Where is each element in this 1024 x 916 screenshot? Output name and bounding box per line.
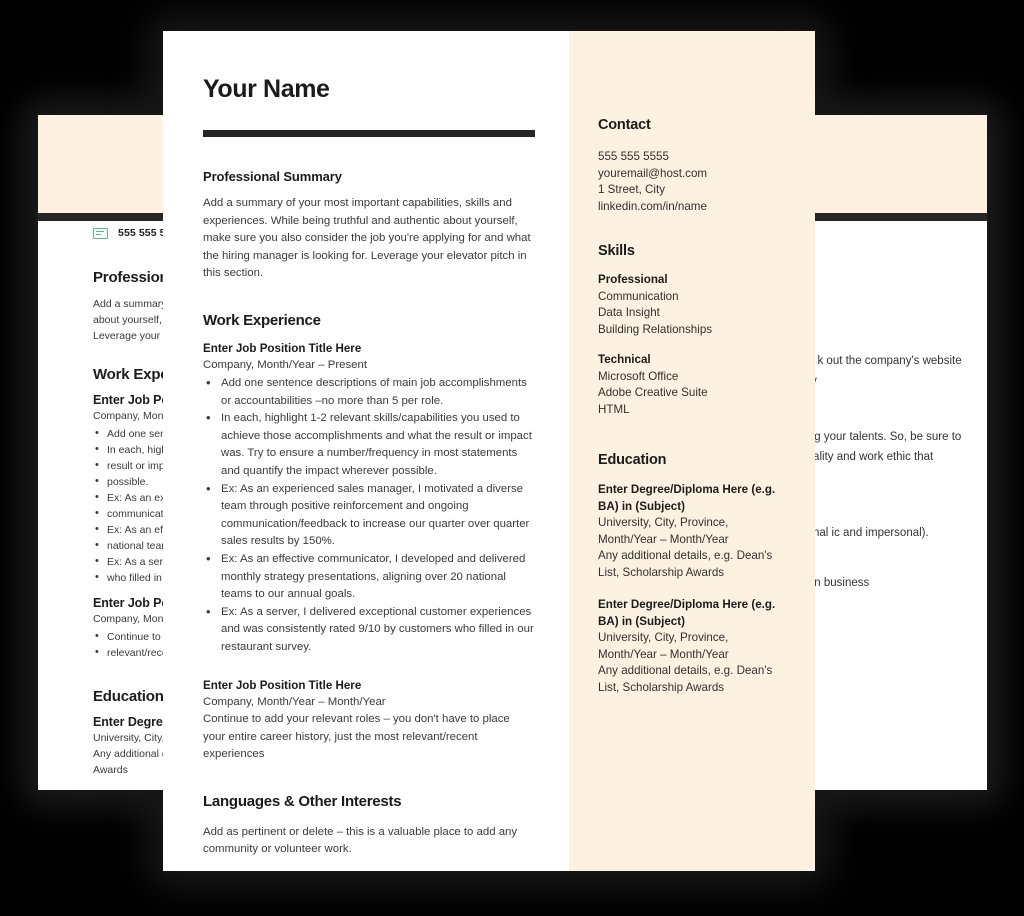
screenshot-stage: 555 555 5555 Professional Su Add a summa… [0,0,1024,916]
section-heading-work-experience: Work Experience [203,311,321,329]
section-heading-languages-interests: Languages & Other Interests [203,792,402,810]
education-detail: University, City, Province, [598,631,729,644]
job-bullet-list: Add one sentence descriptions of main jo… [203,374,535,657]
list-item: Ex: As a server, I delivered exceptional… [203,603,535,657]
work-entry: Enter Job Position Title Here Company, M… [203,677,535,764]
contact-phone: 555 555 5555 [598,150,669,163]
skills-group-label: Technical [598,353,651,366]
contact-address: 1 Street, City [598,183,666,196]
education-detail: Any additional details, e.g. Dean's [598,664,773,677]
education-degree: Enter Degree/Diploma Here (e.g. BA) in (… [598,483,776,513]
skill-item: Adobe Creative Suite [598,386,708,399]
education-degree: Enter Degree/Diploma Here (e.g. BA) in (… [598,598,776,628]
sidebar-heading-education: Education [598,452,667,468]
page-title: Your Name [203,75,330,103]
title-divider [203,130,535,137]
job-meta: Company, Month/Year – Present [203,358,367,371]
skills-group-label: Professional [598,273,668,286]
skill-item: Data Insight [598,306,660,319]
languages-body: Add as pertinent or delete – this is a v… [203,825,518,856]
job-meta: Company, Month/Year – Month/Year [203,695,386,708]
education-detail: University, City, Province, [598,516,729,529]
sidebar-heading-contact: Contact [598,117,651,133]
job-title: Enter Job Position Title Here [203,678,362,692]
contact-linkedin: linkedin.com/in/name [598,199,707,213]
resume-sidebar-column: Contact 555 555 5555 youremail@host.com … [569,31,815,871]
resume-main-column: Your Name Professional Summary Add a sum… [163,31,569,871]
skill-item: Communication [598,289,679,303]
contact-card-icon [93,227,108,239]
skill-item: HTML [598,402,630,416]
education-entry: Enter Degree/Diploma Here (e.g. BA) in (… [598,482,787,581]
skill-item: Microsoft Office [598,369,679,383]
education-detail: Month/Year – Month/Year [598,647,729,661]
skill-item: Building Relationships [598,322,713,336]
list-item: In each, highlight 1-2 relevant skills/c… [203,409,535,480]
job-note: Continue to add your relevant roles – yo… [203,713,510,760]
education-detail: List, Scholarship Awards [598,680,725,694]
list-item: Ex: As an effective communicator, I deve… [203,550,535,604]
work-entry: Enter Job Position Title Here Company, M… [203,340,535,657]
list-item: Add one sentence descriptions of main jo… [203,374,535,410]
education-detail: Month/Year – Month/Year [598,532,729,546]
contact-email: youremail@host.com [598,166,708,180]
professional-summary-body: Add a summary of your most important cap… [203,197,531,279]
job-title: Enter Job Position Title Here [203,341,362,355]
education-entry: Enter Degree/Diploma Here (e.g. BA) in (… [598,597,787,696]
resume-card: Your Name Professional Summary Add a sum… [163,31,815,871]
skills-group-technical: Technical Microsoft Office Adobe Creativ… [598,352,787,418]
education-detail: List, Scholarship Awards [598,565,725,579]
skills-group-professional: Professional Communication Data Insight … [598,272,787,338]
sidebar-heading-skills: Skills [598,243,635,259]
list-item: Ex: As an experienced sales manager, I m… [203,480,535,551]
section-heading-professional-summary: Professional Summary [203,169,342,184]
education-detail: Any additional details, e.g. Dean's [598,549,773,562]
